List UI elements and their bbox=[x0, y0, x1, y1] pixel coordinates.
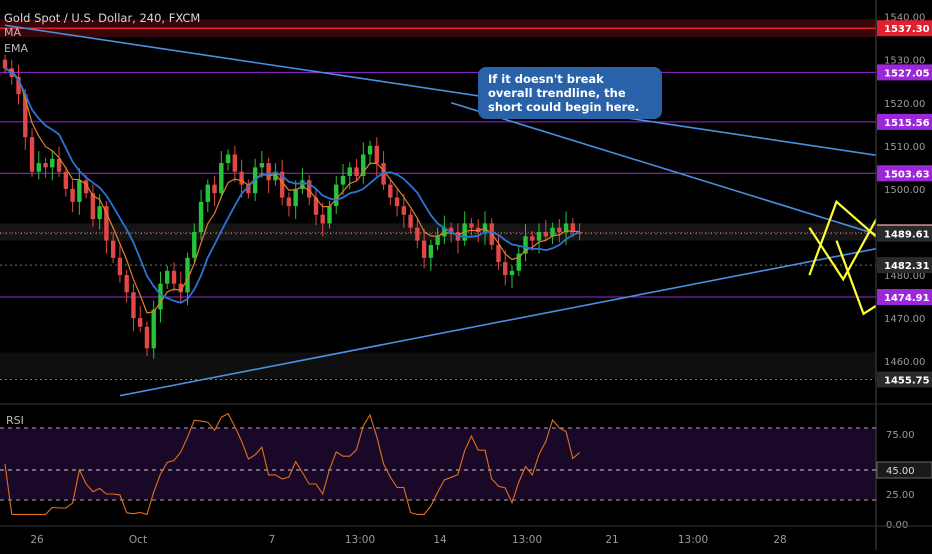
y-tick-label: 1460.00 bbox=[884, 357, 925, 368]
chart-title: Gold Spot / U.S. Dollar, 240, FXCM bbox=[4, 11, 200, 25]
candle-body bbox=[3, 60, 7, 69]
candle-body bbox=[260, 163, 264, 167]
candle-body bbox=[104, 206, 108, 240]
candle-body bbox=[206, 185, 210, 202]
candle-body bbox=[368, 146, 372, 155]
x-tick-label: 21 bbox=[605, 534, 618, 546]
candle-body bbox=[23, 94, 27, 137]
ma-legend: MA bbox=[4, 26, 21, 39]
candle-body bbox=[158, 284, 162, 310]
candle-body bbox=[293, 189, 297, 206]
candle-body bbox=[395, 198, 399, 207]
price-level-label: 1455.75 bbox=[884, 376, 930, 387]
candle-body bbox=[435, 236, 439, 245]
annotation-line-1: If it doesn't break bbox=[488, 72, 652, 86]
candle-body bbox=[266, 163, 270, 180]
candle-body bbox=[219, 163, 223, 193]
candle-body bbox=[557, 228, 561, 232]
y-tick-label: 1470.00 bbox=[884, 314, 925, 325]
candle-body bbox=[97, 206, 101, 219]
candle-body bbox=[402, 206, 406, 215]
candle-body bbox=[550, 228, 554, 237]
candle-body bbox=[348, 167, 352, 176]
price-chart[interactable]: 1540.001530.001520.001510.001500.001490.… bbox=[0, 0, 932, 550]
chart-stage[interactable]: 1540.001530.001520.001510.001500.001490.… bbox=[0, 0, 932, 550]
x-tick-label: Oct bbox=[129, 534, 147, 546]
rsi-tick-label: 25.00 bbox=[886, 490, 915, 501]
y-tick-label: 1520.00 bbox=[884, 99, 925, 110]
candle-body bbox=[544, 232, 548, 236]
candle-body bbox=[334, 185, 338, 207]
candle-body bbox=[239, 172, 243, 185]
candle-body bbox=[327, 206, 331, 223]
rsi-legend: RSI bbox=[6, 414, 24, 427]
candle-body bbox=[469, 223, 473, 227]
candle-body bbox=[77, 180, 81, 202]
price-level-label: 1527.05 bbox=[884, 68, 930, 79]
candle-body bbox=[537, 232, 541, 241]
candle-body bbox=[422, 241, 426, 258]
price-level-label: 1474.91 bbox=[884, 293, 930, 304]
candle-body bbox=[43, 163, 47, 167]
ema-legend: EMA bbox=[4, 42, 28, 55]
candle-body bbox=[530, 236, 534, 240]
rsi-current-label: 45.00 bbox=[886, 466, 915, 477]
y-tick-label: 1510.00 bbox=[884, 142, 925, 153]
candle-body bbox=[152, 310, 156, 349]
candle-body bbox=[111, 241, 115, 258]
candle-body bbox=[415, 228, 419, 241]
candle-body bbox=[226, 154, 230, 163]
rsi-band bbox=[0, 428, 876, 500]
x-tick-label: 13:00 bbox=[512, 534, 542, 546]
support-band bbox=[0, 353, 876, 379]
candle-body bbox=[503, 262, 507, 275]
candle-body bbox=[287, 198, 291, 207]
candle-body bbox=[131, 292, 135, 318]
x-tick-label: 14 bbox=[433, 534, 447, 546]
candle-body bbox=[138, 318, 142, 327]
x-tick-label: 26 bbox=[30, 534, 44, 546]
candle-body bbox=[429, 245, 433, 258]
x-tick-label: 28 bbox=[773, 534, 786, 546]
x-tick-label: 13:00 bbox=[678, 534, 708, 546]
candle-body bbox=[233, 154, 237, 171]
candle-body bbox=[496, 245, 500, 262]
price-level-label: 1515.56 bbox=[884, 118, 930, 129]
candle-body bbox=[408, 215, 412, 228]
candle-body bbox=[145, 327, 149, 349]
candle-body bbox=[199, 202, 203, 232]
candle-body bbox=[30, 137, 34, 171]
y-tick-label: 1500.00 bbox=[884, 185, 925, 196]
candle-body bbox=[124, 275, 128, 292]
candle-body bbox=[37, 163, 41, 172]
candle-body bbox=[510, 271, 514, 275]
candle-body bbox=[165, 271, 169, 284]
x-tick-label: 13:00 bbox=[345, 534, 375, 546]
price-level-label: 1537.30 bbox=[884, 24, 930, 35]
candle-body bbox=[354, 167, 358, 176]
rsi-tick-label: 75.00 bbox=[886, 430, 915, 441]
candle-body bbox=[341, 176, 345, 185]
candle-body bbox=[192, 232, 196, 258]
candle-body bbox=[118, 258, 122, 275]
price-level-label: 1503.63 bbox=[884, 169, 930, 180]
candle-body bbox=[172, 271, 176, 284]
candle-body bbox=[375, 146, 379, 163]
price-level-label: 1489.61 bbox=[884, 230, 930, 241]
candle-body bbox=[388, 185, 392, 198]
candle-body bbox=[212, 185, 216, 194]
candle-body bbox=[70, 189, 74, 202]
annotation-line-2: overall trendline, the bbox=[488, 86, 652, 100]
annotation-line-3: short could begin here. bbox=[488, 100, 652, 114]
candle-body bbox=[50, 159, 54, 168]
annotation-callout[interactable]: If it doesn't break overall trendline, t… bbox=[478, 67, 662, 119]
x-tick-label: 7 bbox=[269, 534, 276, 546]
price-level-label: 1482.31 bbox=[884, 261, 930, 272]
candle-body bbox=[321, 215, 325, 224]
candle-body bbox=[64, 172, 68, 189]
